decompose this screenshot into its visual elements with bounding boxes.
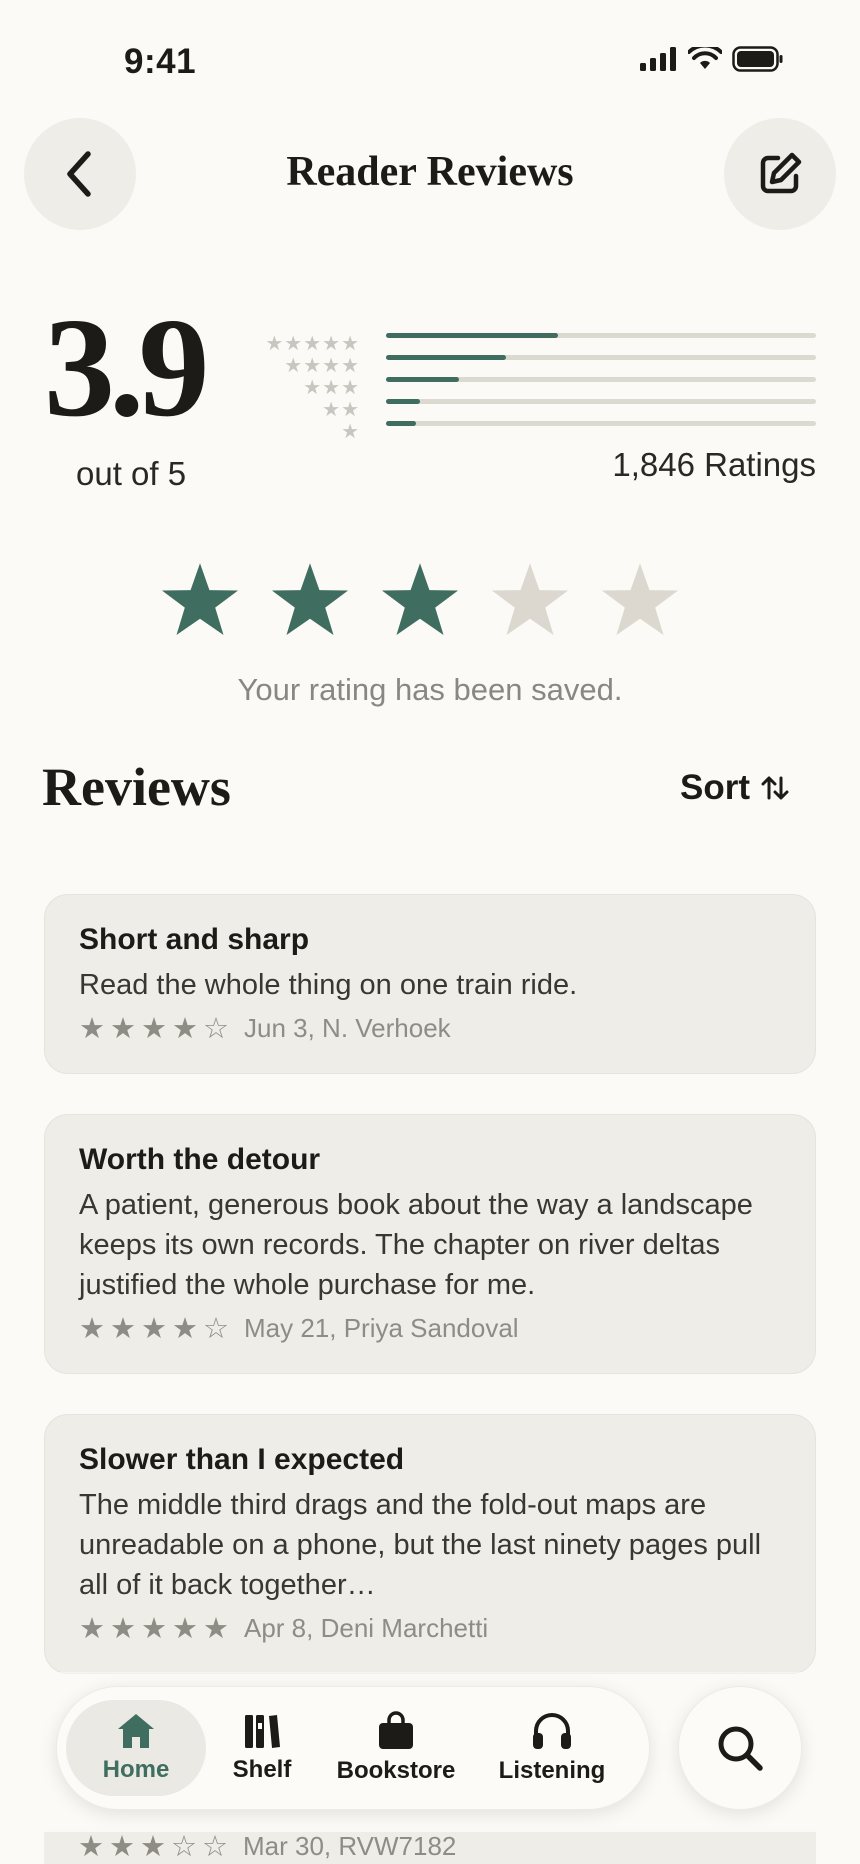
- tab-label: Listening: [498, 1757, 606, 1784]
- review-title: Short and sharp: [79, 923, 310, 956]
- review-body: The middle third drags and the fold-out …: [79, 1489, 762, 1601]
- review-title: Slower than I expected: [79, 1443, 405, 1476]
- status-time: 9:41: [124, 42, 197, 81]
- rate-star-5[interactable]: [600, 560, 680, 640]
- review-date-author: May 21, Priya Sandoval: [244, 1313, 519, 1343]
- distribution-stars-1: ★: [341, 420, 360, 443]
- review-card[interactable]: Short and sharp Read the whole thing on …: [44, 894, 816, 1074]
- average-rating: 3.9: [44, 288, 210, 446]
- reviews-heading: Reviews: [42, 757, 231, 817]
- review-card-peek[interactable]: ★★★☆☆ Mar 30, RVW7182: [44, 1828, 816, 1864]
- rate-star-2[interactable]: [270, 560, 350, 640]
- review-stars: ★★★☆☆: [78, 1830, 233, 1863]
- shelf-icon: [245, 1715, 280, 1748]
- tab-label: Bookstore: [336, 1757, 456, 1784]
- review-stars: ★★★★☆: [79, 1313, 234, 1345]
- review-meta: ★★★★☆ May 21, Priya Sandoval: [79, 1311, 781, 1346]
- user-rating-stars[interactable]: [160, 560, 680, 640]
- tab-shelf[interactable]: Shelf: [214, 1700, 310, 1796]
- distribution-bar-4: [386, 355, 816, 360]
- distribution-bar-fill: [386, 333, 558, 338]
- distribution-bar-fill: [386, 355, 507, 360]
- review-stars: ★★★★★: [79, 1613, 234, 1645]
- rate-star-3[interactable]: [380, 560, 460, 640]
- battery-icon: [732, 46, 783, 72]
- review-meta: ★★★★★ Apr 8, Deni Marchetti: [79, 1611, 781, 1646]
- sort-button[interactable]: Sort: [680, 768, 790, 808]
- review-date-author: Mar 30, RVW7182: [243, 1830, 457, 1861]
- tab-label: Shelf: [232, 1756, 292, 1783]
- tab-home[interactable]: Home: [66, 1700, 206, 1796]
- tab-label: Home: [102, 1756, 170, 1783]
- review-date-author: Apr 8, Deni Marchetti: [244, 1613, 489, 1643]
- distribution-star-labels: ★★★★★ ★★★★ ★★★ ★★ ★: [250, 332, 360, 443]
- review-stars: ★★★★☆: [79, 1013, 234, 1045]
- distribution-stars-5: ★★★★★: [265, 332, 360, 355]
- distribution-bars: [386, 333, 816, 443]
- tab-bookstore[interactable]: Bookstore: [324, 1700, 468, 1796]
- search-button[interactable]: [678, 1686, 802, 1810]
- wifi-icon: [688, 47, 722, 69]
- home-icon: [118, 1714, 154, 1748]
- out-of-label: out of 5: [76, 455, 187, 492]
- compose-icon: [760, 152, 802, 194]
- review-date-author: Jun 3, N. Verhoek: [244, 1013, 451, 1043]
- review-body: A patient, generous book about the way a…: [79, 1189, 753, 1301]
- distribution-bar-fill: [386, 399, 421, 404]
- distribution-stars-3: ★★★: [303, 376, 360, 399]
- headphones-icon: [533, 1713, 571, 1749]
- search-icon: [718, 1726, 763, 1771]
- review-title: Worth the detour: [79, 1143, 321, 1176]
- tab-listening[interactable]: Listening: [480, 1700, 624, 1796]
- status-bar: 9:41: [0, 0, 860, 110]
- distribution-stars-2: ★★: [322, 398, 360, 421]
- distribution-bar-5: [386, 333, 816, 338]
- signal-icon: [640, 47, 676, 71]
- sort-arrows-icon: [761, 776, 789, 800]
- ratings-count: 1,846 Ratings: [612, 446, 816, 483]
- distribution-bar-3: [386, 377, 816, 382]
- distribution-bar-fill: [386, 377, 460, 382]
- bag-icon: [379, 1711, 413, 1749]
- distribution-bar-2: [386, 399, 816, 404]
- rate-star-1[interactable]: [160, 560, 240, 640]
- distribution-bar-fill: [386, 421, 417, 426]
- rate-star-4[interactable]: [490, 560, 570, 640]
- write-review-button[interactable]: [724, 118, 836, 230]
- distribution-bar-1: [386, 421, 816, 426]
- status-icons: [640, 46, 784, 72]
- review-meta: ★★★★☆ Jun 3, N. Verhoek: [79, 1011, 781, 1046]
- sort-label: Sort: [680, 768, 750, 807]
- distribution-stars-4: ★★★★: [284, 354, 360, 377]
- review-card[interactable]: Worth the detour A patient, generous boo…: [44, 1114, 816, 1374]
- review-card[interactable]: Slower than I expected The middle third …: [44, 1414, 816, 1674]
- rating-saved-message: Your rating has been saved.: [237, 672, 623, 707]
- review-body: Read the whole thing on one train ride.: [79, 969, 578, 1001]
